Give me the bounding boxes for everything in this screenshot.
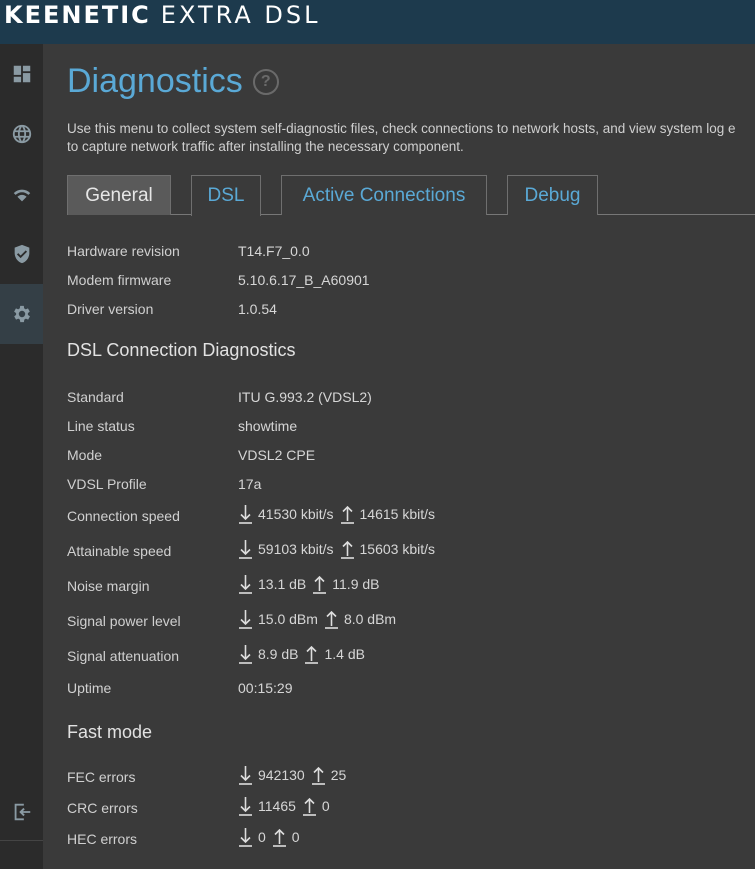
upload-arrow-icon [272, 827, 287, 847]
connection-speed-value: 41530 kbit/s 14615 kbit/s [238, 504, 435, 524]
sidebar-item-security[interactable] [0, 224, 43, 284]
dsl-diagnostics-heading: DSL Connection Diagnostics [67, 340, 296, 360]
line-status-value: showtime [238, 418, 298, 434]
noise-margin-up: 11.9 dB [332, 576, 380, 592]
sidebar [0, 44, 43, 869]
fast-mode-heading: Fast mode [67, 722, 153, 742]
download-arrow-icon [238, 574, 253, 594]
mode-value: VDSL2 CPE [238, 447, 316, 463]
signal-power-value: 15.0 dBm 8.0 dBm [238, 609, 396, 629]
upload-arrow-icon [324, 609, 339, 629]
attainable-speed-down: 59103 kbit/s [258, 541, 334, 557]
modem-firmware-value: 5.10.6.17_B_A60901 [238, 272, 370, 288]
signal-attenuation-up: 1.4 dB [324, 646, 365, 662]
fec-errors-down: 942130 [258, 767, 305, 783]
signal-attenuation-down: 8.9 dB [258, 646, 299, 662]
tab-active-connections[interactable]: Active Connections [281, 175, 487, 215]
hec-errors-value: 0 0 [238, 827, 300, 847]
page-title: Diagnostics [67, 62, 243, 100]
vdsl-profile-value: 17a [238, 476, 262, 492]
tab-general[interactable]: General [67, 175, 171, 215]
tab-debug[interactable]: Debug [507, 175, 598, 215]
logout-icon [14, 803, 30, 820]
attainable-speed-up: 15603 kbit/s [359, 541, 436, 557]
attainable-speed-label: Attainable speed [67, 543, 172, 559]
tab-bar: General DSL Active Connections Debug [67, 175, 755, 216]
fec-errors-up: 25 [330, 767, 347, 783]
tab-dsl[interactable]: DSL [191, 175, 261, 216]
dashboard-icon [13, 65, 30, 83]
noise-margin-label: Noise margin [67, 578, 150, 594]
crc-errors-up: 0 [321, 798, 330, 814]
signal-attenuation-label: Signal attenuation [67, 648, 180, 664]
download-arrow-icon [238, 796, 253, 816]
gear-icon [13, 305, 30, 323]
globe-icon [12, 124, 31, 144]
noise-margin-value: 13.1 dB 11.9 dB [238, 574, 380, 594]
sidebar-item-management[interactable] [0, 284, 43, 344]
hec-errors-label: HEC errors [67, 831, 138, 847]
upload-arrow-icon [302, 796, 317, 816]
signal-power-up: 8.0 dBm [343, 611, 397, 627]
attainable-speed-value: 59103 kbit/s 15603 kbit/s [238, 539, 435, 559]
sidebar-logout[interactable] [0, 789, 43, 834]
sidebar-item-dashboard[interactable] [0, 44, 43, 104]
connection-speed-down: 41530 kbit/s [258, 506, 334, 522]
connection-speed-up: 14615 kbit/s [359, 506, 436, 522]
main-content: Diagnostics ? Use this menu to collect s… [43, 44, 755, 869]
uptime-value: 00:15:29 [238, 680, 293, 696]
help-icon[interactable]: ? [252, 68, 279, 95]
noise-margin-down: 13.1 dB [258, 576, 307, 592]
top-bar: KEENETIC EXTRA DSL [0, 0, 755, 44]
brand-name: KEENETIC [4, 1, 151, 29]
download-arrow-icon [238, 504, 253, 524]
title-row: Diagnostics ? [67, 62, 279, 101]
shield-icon [14, 244, 29, 264]
hardware-revision-value: T14.F7_0.0 [238, 243, 310, 259]
page-intro: Use this menu to collect system self-dia… [67, 120, 755, 156]
wifi-icon [13, 189, 30, 202]
download-arrow-icon [238, 644, 253, 664]
modem-firmware-label: Modem firmware [67, 272, 172, 288]
vdsl-profile-label: VDSL Profile [67, 476, 147, 492]
brand-logo[interactable]: KEENETIC EXTRA DSL [4, 1, 320, 29]
line-status-label: Line status [67, 418, 135, 434]
driver-version-label: Driver version [67, 301, 154, 317]
connection-speed-label: Connection speed [67, 508, 180, 524]
fec-errors-label: FEC errors [67, 769, 136, 785]
uptime-label: Uptime [67, 680, 112, 696]
upload-arrow-icon [340, 504, 355, 524]
signal-attenuation-value: 8.9 dB 1.4 dB [238, 644, 365, 664]
standard-value: ITU G.993.2 (VDSL2) [238, 389, 372, 405]
crc-errors-value: 11465 0 [238, 796, 330, 816]
download-arrow-icon [238, 827, 253, 847]
driver-version-value: 1.0.54 [238, 301, 277, 317]
hardware-revision-label: Hardware revision [67, 243, 180, 259]
upload-arrow-icon [304, 644, 319, 664]
download-arrow-icon [238, 539, 253, 559]
hec-errors-up: 0 [291, 829, 300, 845]
signal-power-label: Signal power level [67, 613, 181, 629]
download-arrow-icon [238, 765, 253, 785]
sidebar-divider [0, 840, 43, 841]
hec-errors-down: 0 [258, 829, 266, 845]
fec-errors-value: 942130 25 [238, 765, 346, 785]
standard-label: Standard [67, 389, 124, 405]
signal-power-down: 15.0 dBm [258, 611, 318, 627]
download-arrow-icon [238, 609, 253, 629]
sidebar-item-internet[interactable] [0, 104, 43, 164]
brand-model: EXTRA DSL [160, 1, 321, 29]
intro-line-2: to capture network traffic after install… [67, 139, 464, 154]
mode-label: Mode [67, 447, 103, 463]
crc-errors-label: CRC errors [67, 800, 138, 816]
upload-arrow-icon [340, 539, 355, 559]
intro-line-1: Use this menu to collect system self-dia… [67, 121, 736, 136]
crc-errors-down: 11465 [258, 798, 296, 814]
upload-arrow-icon [311, 765, 326, 785]
sidebar-item-wifi[interactable] [0, 164, 43, 224]
upload-arrow-icon [312, 574, 327, 594]
